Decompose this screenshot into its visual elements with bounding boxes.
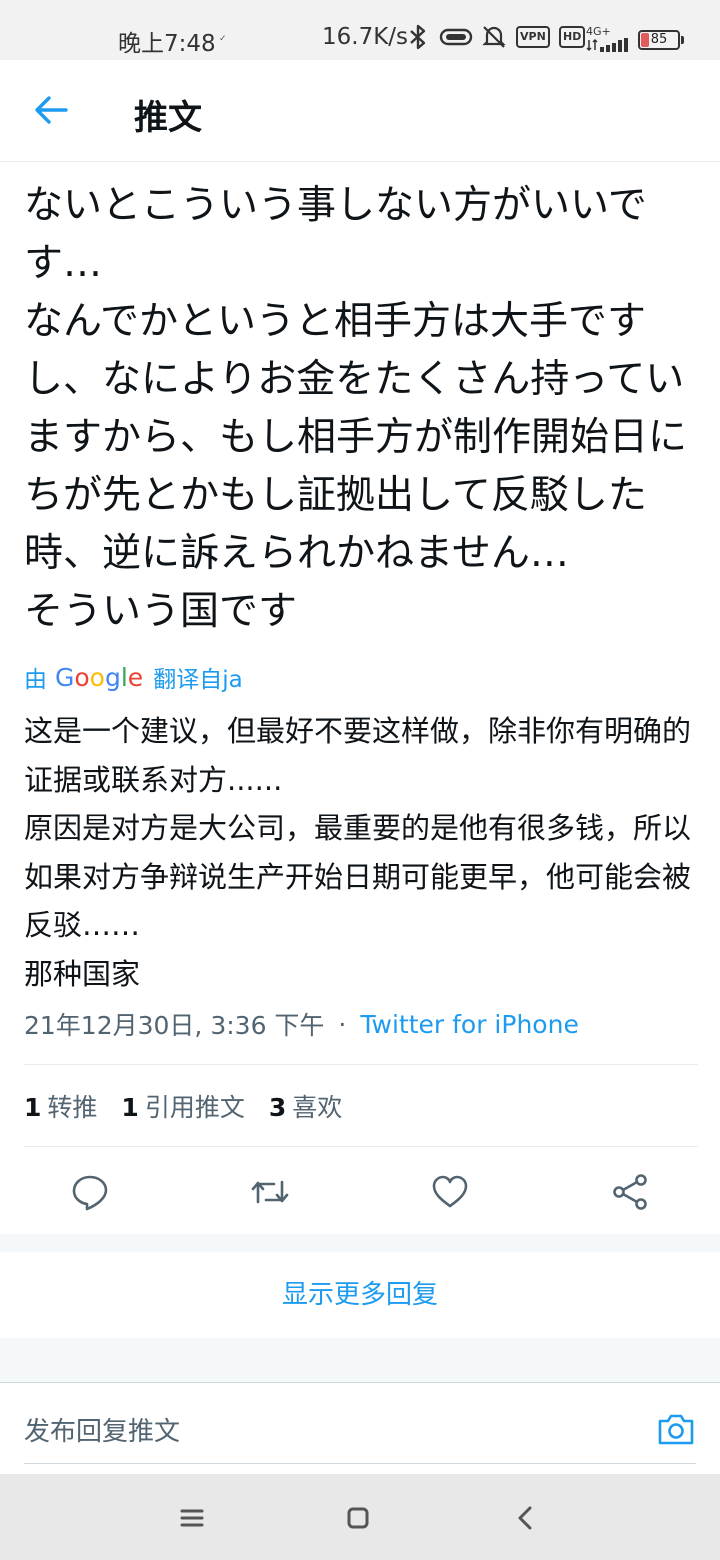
heart-icon[interactable] (430, 1172, 470, 1212)
section-gap (0, 1338, 720, 1382)
section-gap (0, 1234, 720, 1252)
back-icon[interactable] (508, 1500, 544, 1536)
bluetooth-icon (404, 24, 432, 50)
retweet-label: 转推 (47, 1093, 98, 1122)
meta-separator: · (338, 1009, 347, 1039)
tweet-actions (0, 1160, 720, 1220)
hd-badge: HD (559, 26, 586, 48)
network-speed: 16.7K/s (322, 24, 409, 50)
system-navigation-bar (0, 1474, 720, 1560)
battery-level: 85 (650, 32, 668, 47)
show-more-replies-button[interactable]: 显示更多回复 (0, 1252, 720, 1338)
vibrate-icon (438, 24, 474, 50)
composer-underline (24, 1463, 696, 1464)
retweet-icon[interactable] (250, 1172, 290, 1212)
tweet-meta: 21年12月30日, 3:36 下午 · Twitter for iPhone (24, 1006, 579, 1042)
translate-prefix: 由 (24, 667, 47, 693)
divider (24, 1064, 698, 1065)
quote-label: 引用推文 (144, 1093, 245, 1122)
back-arrow-icon[interactable] (32, 90, 72, 130)
retweet-count: 1 (24, 1093, 42, 1122)
translated-text: 这是一个建议，但最好不要这样做，除非你有明确的证据或联系对方...... 原因是… (24, 714, 692, 991)
reply-input[interactable]: 发布回复推文 (24, 1411, 180, 1448)
tweet-text: ないとこういう事しない方がいいです… なんでかというと相手方は大手ですし、なによ… (24, 183, 688, 634)
camera-icon[interactable] (656, 1409, 696, 1449)
share-icon[interactable] (610, 1172, 650, 1212)
home-icon[interactable] (340, 1500, 376, 1536)
signal-icon: 4G+ (586, 26, 634, 52)
page-title: 推文 (134, 98, 202, 138)
divider (24, 1146, 698, 1147)
network-type: 4G+ (586, 25, 611, 38)
status-bar: 晚上7:48 ✓ 16.7K/s VPN HD 4G+ 85 (0, 0, 720, 60)
battery-tip (681, 36, 684, 44)
hd-icon: HD (559, 24, 586, 50)
battery-icon: 85 (638, 30, 680, 50)
reply-composer[interactable]: 发布回复推文 (0, 1382, 720, 1474)
menu-icon[interactable] (174, 1500, 210, 1536)
translate-suffix: 翻译自ja (153, 667, 243, 693)
top-app-bar: 推文 (0, 60, 720, 162)
google-logo: Google (55, 662, 144, 692)
tweet-source[interactable]: Twitter for iPhone (360, 1010, 578, 1039)
tweet-timestamp[interactable]: 21年12月30日, 3:36 下午 (24, 1006, 324, 1042)
stat-quotes[interactable]: 1 引用推文 (121, 1088, 244, 1124)
tweet-stats: 1 转推 1 引用推文 3 喜欢 (24, 1088, 366, 1124)
translation-attribution[interactable]: 由 Google 翻译自ja (24, 660, 243, 694)
mute-bell-icon (480, 24, 508, 50)
vpn-icon: VPN (516, 24, 550, 50)
like-count: 3 (268, 1093, 287, 1122)
quote-count: 1 (121, 1093, 139, 1122)
stat-likes[interactable]: 3 喜欢 (269, 1088, 342, 1124)
vpn-badge: VPN (516, 26, 550, 48)
stat-retweets[interactable]: 1 转推 (24, 1088, 97, 1124)
status-notification-icon: ✓ (219, 34, 227, 44)
like-label: 喜欢 (292, 1093, 343, 1122)
reply-icon[interactable] (70, 1172, 110, 1212)
status-time: 晚上7:48 (118, 31, 216, 57)
